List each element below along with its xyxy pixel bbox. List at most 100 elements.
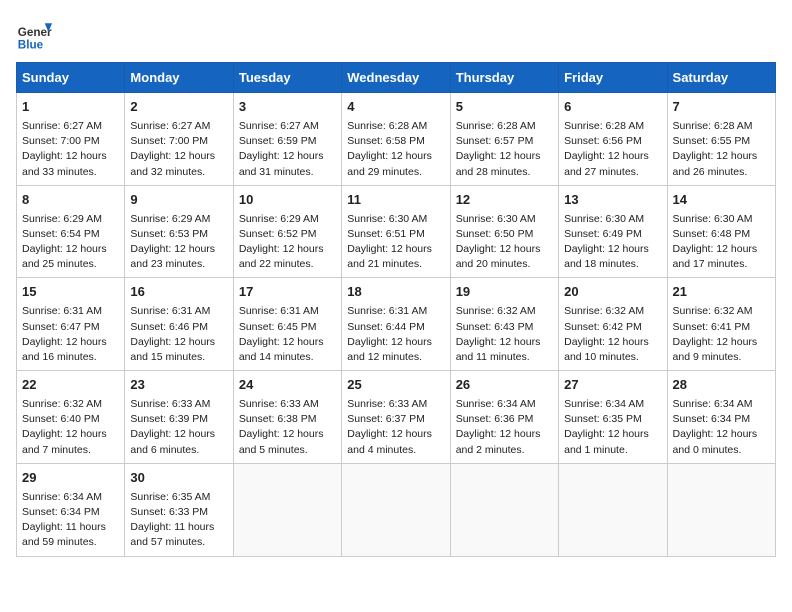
sunrise-text: Sunrise: 6:33 AM <box>239 398 319 410</box>
sunset-text: Sunset: 6:35 PM <box>564 413 642 425</box>
day-number: 1 <box>22 98 119 117</box>
week-row-3: 15Sunrise: 6:31 AMSunset: 6:47 PMDayligh… <box>17 278 776 371</box>
daylight-text: Daylight: 12 hours and 10 minutes. <box>564 336 649 363</box>
week-row-1: 1 Sunrise: 6:27 AM Sunset: 7:00 PM Daylight… <box>17 93 776 186</box>
sunrise-text: Sunrise: 6:32 AM <box>673 305 753 317</box>
logo-icon: General Blue <box>16 16 52 52</box>
calendar-cell: 6Sunrise: 6:28 AMSunset: 6:56 PMDaylight… <box>559 93 667 186</box>
sunset-text: Sunset: 6:49 PM <box>564 228 642 240</box>
calendar-cell: 18Sunrise: 6:31 AMSunset: 6:44 PMDayligh… <box>342 278 450 371</box>
daylight-text: Daylight: 12 hours and 6 minutes. <box>130 428 215 455</box>
daylight-text: Daylight: 12 hours and 32 minutes. <box>130 150 215 177</box>
sunset-text: Sunset: 6:56 PM <box>564 135 642 147</box>
daylight-text: Daylight: 12 hours and 31 minutes. <box>239 150 324 177</box>
sunrise-text: Sunrise: 6:32 AM <box>456 305 536 317</box>
sunset-text: Sunset: 6:33 PM <box>130 506 208 518</box>
sunrise-text: Sunrise: 6:28 AM <box>673 120 753 132</box>
sunrise-text: Sunrise: 6:32 AM <box>22 398 102 410</box>
week-row-5: 29Sunrise: 6:34 AMSunset: 6:34 PMDayligh… <box>17 463 776 556</box>
day-number: 19 <box>456 283 553 302</box>
calendar-cell: 23Sunrise: 6:33 AMSunset: 6:39 PMDayligh… <box>125 371 233 464</box>
column-header-tuesday: Tuesday <box>233 63 341 93</box>
sunset-text: Sunset: 6:39 PM <box>130 413 208 425</box>
sunset-text: Sunset: 6:40 PM <box>22 413 100 425</box>
sunrise-text: Sunrise: 6:30 AM <box>347 213 427 225</box>
daylight-text: Daylight: 12 hours and 20 minutes. <box>456 243 541 270</box>
sunset-text: Sunset: 6:51 PM <box>347 228 425 240</box>
day-number: 20 <box>564 283 661 302</box>
calendar-cell: 28 Sunrise: 6:34 AM Sunset: 6:34 PM Dayligh… <box>667 371 775 464</box>
sunset-text: Sunset: 6:55 PM <box>673 135 751 147</box>
week-row-2: 8 Sunrise: 6:29 AM Sunset: 6:54 PM Daylight… <box>17 185 776 278</box>
calendar-cell <box>450 463 558 556</box>
sunset-text: Sunset: 6:41 PM <box>673 321 751 333</box>
day-number: 14 <box>673 191 770 210</box>
daylight-text: Daylight: 12 hours and 16 minutes. <box>22 336 107 363</box>
calendar-cell: 10Sunrise: 6:29 AMSunset: 6:52 PMDayligh… <box>233 185 341 278</box>
day-number: 28 <box>673 376 770 395</box>
calendar-cell <box>342 463 450 556</box>
sunrise-text: Sunrise: 6:29 AM <box>130 213 210 225</box>
sunrise-text: Sunrise: 6:28 AM <box>347 120 427 132</box>
sunset-text: Sunset: 6:34 PM <box>673 413 751 425</box>
sunset-text: Sunset: 6:54 PM <box>22 228 100 240</box>
column-header-thursday: Thursday <box>450 63 558 93</box>
sunset-text: Sunset: 6:37 PM <box>347 413 425 425</box>
daylight-text: Daylight: 12 hours and 0 minutes. <box>673 428 758 455</box>
calendar-cell: 24Sunrise: 6:33 AMSunset: 6:38 PMDayligh… <box>233 371 341 464</box>
sunset-text: Sunset: 6:53 PM <box>130 228 208 240</box>
sunset-text: Sunset: 7:00 PM <box>22 135 100 147</box>
sunrise-text: Sunrise: 6:28 AM <box>456 120 536 132</box>
calendar-cell: 7Sunrise: 6:28 AMSunset: 6:55 PMDaylight… <box>667 93 775 186</box>
sunset-text: Sunset: 6:45 PM <box>239 321 317 333</box>
column-header-saturday: Saturday <box>667 63 775 93</box>
calendar-cell: 29Sunrise: 6:34 AMSunset: 6:34 PMDayligh… <box>17 463 125 556</box>
day-number: 10 <box>239 191 336 210</box>
day-number: 8 <box>22 191 119 210</box>
sunrise-text: Sunrise: 6:27 AM <box>130 120 210 132</box>
daylight-text: Daylight: 12 hours and 12 minutes. <box>347 336 432 363</box>
day-number: 4 <box>347 98 444 117</box>
sunrise-text: Sunrise: 6:30 AM <box>564 213 644 225</box>
calendar-cell: 21Sunrise: 6:32 AMSunset: 6:41 PMDayligh… <box>667 278 775 371</box>
sunrise-text: Sunrise: 6:27 AM <box>22 120 102 132</box>
day-number: 22 <box>22 376 119 395</box>
day-number: 15 <box>22 283 119 302</box>
svg-text:Blue: Blue <box>18 38 44 51</box>
daylight-text: Daylight: 12 hours and 27 minutes. <box>564 150 649 177</box>
calendar-cell: 22 Sunrise: 6:32 AM Sunset: 6:40 PM Dayligh… <box>17 371 125 464</box>
week-row-4: 22 Sunrise: 6:32 AM Sunset: 6:40 PM Dayligh… <box>17 371 776 464</box>
sunset-text: Sunset: 6:44 PM <box>347 321 425 333</box>
calendar-cell: 25Sunrise: 6:33 AMSunset: 6:37 PMDayligh… <box>342 371 450 464</box>
sunset-text: Sunset: 6:43 PM <box>456 321 534 333</box>
calendar-cell: 20Sunrise: 6:32 AMSunset: 6:42 PMDayligh… <box>559 278 667 371</box>
daylight-text: Daylight: 12 hours and 7 minutes. <box>22 428 107 455</box>
calendar-cell: 13Sunrise: 6:30 AMSunset: 6:49 PMDayligh… <box>559 185 667 278</box>
sunrise-text: Sunrise: 6:31 AM <box>239 305 319 317</box>
sunset-text: Sunset: 6:57 PM <box>456 135 534 147</box>
sunrise-text: Sunrise: 6:30 AM <box>456 213 536 225</box>
daylight-text: Daylight: 12 hours and 5 minutes. <box>239 428 324 455</box>
calendar-cell: 30Sunrise: 6:35 AMSunset: 6:33 PMDayligh… <box>125 463 233 556</box>
day-number: 29 <box>22 469 119 488</box>
daylight-text: Daylight: 12 hours and 18 minutes. <box>564 243 649 270</box>
day-number: 26 <box>456 376 553 395</box>
calendar-header-row: SundayMondayTuesdayWednesdayThursdayFrid… <box>17 63 776 93</box>
calendar-cell <box>667 463 775 556</box>
sunrise-text: Sunrise: 6:31 AM <box>22 305 102 317</box>
daylight-text: Daylight: 12 hours and 1 minute. <box>564 428 649 455</box>
sunrise-text: Sunrise: 6:34 AM <box>673 398 753 410</box>
sunset-text: Sunset: 7:00 PM <box>130 135 208 147</box>
calendar-cell: 3Sunrise: 6:27 AMSunset: 6:59 PMDaylight… <box>233 93 341 186</box>
sunset-text: Sunset: 6:36 PM <box>456 413 534 425</box>
calendar-cell: 14Sunrise: 6:30 AMSunset: 6:48 PMDayligh… <box>667 185 775 278</box>
day-number: 25 <box>347 376 444 395</box>
sunrise-text: Sunrise: 6:29 AM <box>239 213 319 225</box>
day-number: 27 <box>564 376 661 395</box>
calendar-cell: 1Sunrise: 6:27 AMSunset: 7:00 PMDaylight… <box>17 93 125 186</box>
calendar-cell: 19Sunrise: 6:32 AMSunset: 6:43 PMDayligh… <box>450 278 558 371</box>
calendar-cell: 5Sunrise: 6:28 AMSunset: 6:57 PMDaylight… <box>450 93 558 186</box>
calendar-cell: 17Sunrise: 6:31 AMSunset: 6:45 PMDayligh… <box>233 278 341 371</box>
sunset-text: Sunset: 6:48 PM <box>673 228 751 240</box>
logo: General Blue <box>16 16 56 52</box>
